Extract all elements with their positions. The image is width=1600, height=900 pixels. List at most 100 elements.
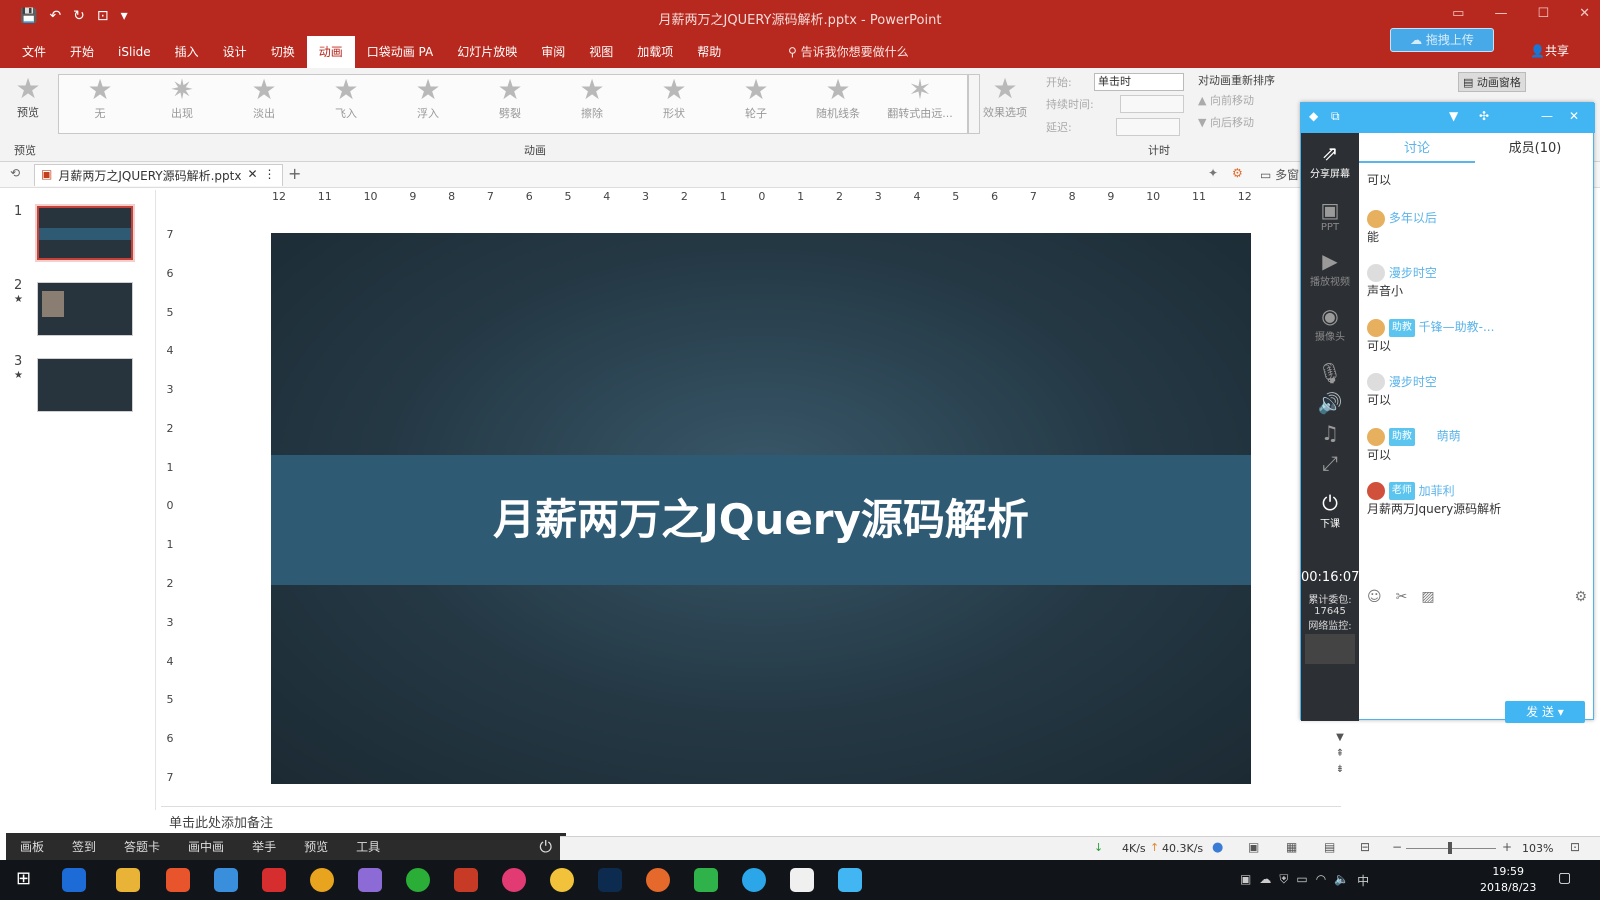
slide-title[interactable]: 月薪两万之JQuery源码解析 xyxy=(271,455,1251,585)
ppt-button[interactable]: ▣ PPT xyxy=(1301,198,1359,233)
slide-thumbnail-2[interactable] xyxy=(37,282,133,336)
sublime-icon[interactable] xyxy=(166,868,190,892)
duration-input[interactable] xyxy=(1120,95,1184,113)
maximize-icon[interactable]: ☐ xyxy=(1537,6,1549,21)
chat-bubble-icon[interactable] xyxy=(550,868,574,892)
ribbon-display-icon[interactable]: ▭ xyxy=(1452,6,1464,21)
dropdown-icon[interactable]: ▼ xyxy=(1449,109,1458,123)
panel-close-icon[interactable]: ✕ xyxy=(1569,109,1579,123)
tools-button[interactable]: 工具 xyxy=(342,838,394,855)
tray-shield-icon[interactable]: ⛨ xyxy=(1279,872,1288,889)
notes-pane[interactable]: 单击此处添加备注 xyxy=(161,806,1341,831)
tray-cloud-icon[interactable]: ☁ xyxy=(1259,872,1271,889)
message-author[interactable]: 加菲利 xyxy=(1419,484,1455,498)
message-author[interactable]: 多年以后 xyxy=(1389,211,1437,225)
pin-icon[interactable]: ✦ xyxy=(1208,166,1218,180)
anim-fade[interactable]: ★ 淡出 xyxy=(223,75,305,133)
xiuxiu-icon[interactable] xyxy=(502,868,526,892)
send-button[interactable]: 发 送 ▾ xyxy=(1505,701,1585,723)
tab-insert[interactable]: 插入 xyxy=(163,36,211,68)
settings-gear-icon[interactable]: ⚙ xyxy=(1232,166,1243,180)
tray-wifi-icon[interactable]: ◠ xyxy=(1316,872,1326,889)
tab-discussion[interactable]: 讨论 xyxy=(1359,137,1475,163)
animation-pane-button[interactable]: ▤ 动画窗格 xyxy=(1458,72,1526,92)
anim-fly-in[interactable]: ★ 飞入 xyxy=(305,75,387,133)
message-author[interactable]: 漫步时空 xyxy=(1389,266,1437,280)
pip-button[interactable]: 画中画 xyxy=(174,838,238,855)
live-app-icon[interactable] xyxy=(838,868,862,892)
zoom-slider-thumb[interactable] xyxy=(1448,842,1452,854)
scroll-down-icon[interactable]: ▼ xyxy=(1332,730,1348,746)
move-later-button[interactable]: ▼ 向后移动 xyxy=(1198,114,1294,130)
play-video-button[interactable]: ▶ 播放视频 xyxy=(1301,249,1359,288)
panel-minimize-icon[interactable]: — xyxy=(1541,109,1553,123)
tab-slideshow[interactable]: 幻灯片放映 xyxy=(445,36,529,68)
message-author[interactable]: 漫步时空 xyxy=(1389,375,1437,389)
anim-float-in[interactable]: ★ 浮入 xyxy=(387,75,469,133)
tab-addins[interactable]: 加载项 xyxy=(625,36,685,68)
tab-help[interactable]: 帮助 xyxy=(685,36,733,68)
photoshop-icon[interactable] xyxy=(598,868,622,892)
anim-grow-turn[interactable]: ✶ 翻转式由远... xyxy=(879,75,961,133)
next-slide-icon[interactable]: ⇟ xyxy=(1332,762,1348,778)
raise-hand-button[interactable]: 举手 xyxy=(238,838,290,855)
anim-wheel[interactable]: ★ 轮子 xyxy=(715,75,797,133)
tab-file[interactable]: 文件 xyxy=(10,36,58,68)
close-icon[interactable]: ✕ xyxy=(1579,6,1590,21)
slide-canvas[interactable]: 月薪两万之JQuery源码解析 xyxy=(271,233,1251,784)
message-author[interactable]: 千锋—助教-... xyxy=(1419,320,1495,334)
slideshow-view-icon[interactable]: ⊟ xyxy=(1360,840,1370,854)
doc-tab-active[interactable]: ▣ 月薪两万之JQUERY源码解析.pptx ✕ ⋮ xyxy=(34,164,283,186)
scissors-icon[interactable]: ✂ xyxy=(1396,589,1408,605)
browser-icon[interactable] xyxy=(742,868,766,892)
zoom-in-icon[interactable]: + xyxy=(1502,840,1512,854)
zoom-level[interactable]: 103% xyxy=(1522,842,1553,855)
tab-animations[interactable]: 动画 xyxy=(306,36,355,68)
powerpoint-icon[interactable] xyxy=(454,868,478,892)
hbuilder-icon[interactable] xyxy=(694,868,718,892)
multi-window-button[interactable]: ▭ 多窗 xyxy=(1260,166,1299,183)
speaker-icon[interactable]: 🔊 xyxy=(1301,391,1359,415)
chrome-icon[interactable] xyxy=(310,868,334,892)
effect-options-button[interactable]: ★ 效果选项 xyxy=(978,74,1032,120)
answer-card-button[interactable]: 答题卡 xyxy=(110,838,174,855)
anim-appear[interactable]: ✷ 出现 xyxy=(141,75,223,133)
slide-sorter-icon[interactable]: ▦ xyxy=(1286,840,1297,854)
ime-indicator[interactable]: 中 xyxy=(1357,872,1369,889)
share-screen-button[interactable]: ⇗ 分享屏幕 xyxy=(1301,141,1359,180)
doc-tab-close-icon[interactable]: ✕ xyxy=(247,167,257,184)
youdao-icon[interactable] xyxy=(262,868,286,892)
windows-start-icon[interactable]: ⊞ xyxy=(16,868,31,889)
chat-input[interactable] xyxy=(1367,607,1587,707)
sign-in-button[interactable]: 签到 xyxy=(58,838,110,855)
tab-design[interactable]: 设计 xyxy=(211,36,259,68)
fullscreen-icon[interactable]: ⤢ xyxy=(1301,451,1359,475)
slide-thumbnail-1[interactable] xyxy=(35,204,135,262)
anim-split[interactable]: ★ 劈裂 xyxy=(469,75,551,133)
tab-pocket-animation[interactable]: 口袋动画 PA xyxy=(355,36,446,68)
music-icon[interactable]: ♫ xyxy=(1301,421,1359,445)
image-icon[interactable]: ▨ xyxy=(1421,589,1434,605)
tray-battery-icon[interactable]: ▭ xyxy=(1296,872,1307,889)
external-icon[interactable]: ⧉ xyxy=(1331,109,1340,124)
normal-view-icon[interactable]: ▣ xyxy=(1248,840,1259,854)
preview-tool-button[interactable]: 预览 xyxy=(290,838,342,855)
minimize-icon[interactable]: — xyxy=(1494,6,1507,21)
chat-settings-icon[interactable]: ⚙ xyxy=(1574,589,1587,605)
new-tab-icon[interactable]: + xyxy=(288,164,301,183)
tab-home[interactable]: 开始 xyxy=(58,36,106,68)
anim-none[interactable]: ★ 无 xyxy=(59,75,141,133)
tab-members[interactable]: 成员(10) xyxy=(1475,137,1595,163)
upload-button[interactable]: ☁ 拖拽上传 xyxy=(1390,28,1494,52)
baidu-netdisk-icon[interactable] xyxy=(214,868,238,892)
anim-wipe[interactable]: ★ 擦除 xyxy=(551,75,633,133)
anim-shape[interactable]: ★ 形状 xyxy=(633,75,715,133)
tab-islide[interactable]: iSlide xyxy=(106,36,163,68)
preview-button[interactable]: ★ 预览 xyxy=(8,74,48,120)
pin-window-icon[interactable]: ✣ xyxy=(1479,109,1489,123)
paint-icon[interactable] xyxy=(358,868,382,892)
doc-tab-menu-icon[interactable]: ⋮ xyxy=(264,167,276,184)
share-button[interactable]: 👤共享 xyxy=(1530,42,1569,59)
whiteboard-button[interactable]: 画板 xyxy=(6,838,58,855)
tab-view[interactable]: 视图 xyxy=(577,36,625,68)
